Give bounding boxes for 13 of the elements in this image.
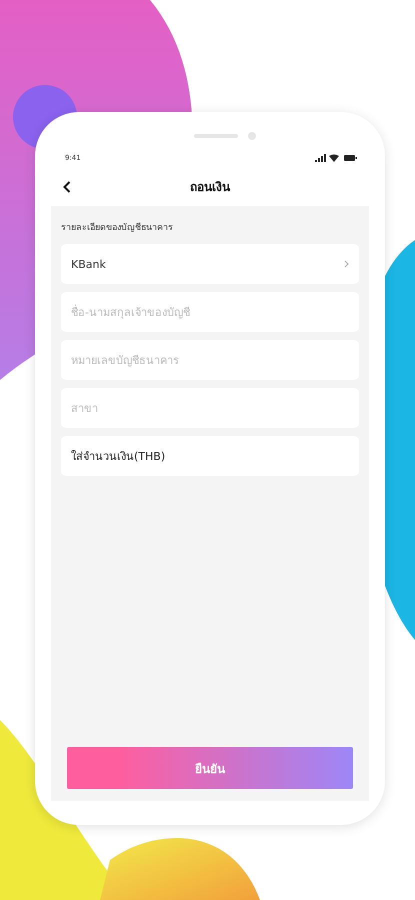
camera-icon	[248, 132, 256, 140]
input-field[interactable]: ชื่อ-นามสกุลเจ้าของบัญชี	[61, 292, 359, 332]
input-field[interactable]: หมายเลขบัญชีธนาคาร	[61, 340, 359, 380]
back-button[interactable]	[61, 179, 73, 195]
input-field[interactable]: สาขา	[61, 388, 359, 428]
screen-title: ถอนเงิน	[190, 178, 230, 196]
input-field[interactable]: ใส่จำนวนเงิน(THB)	[61, 436, 359, 476]
back-icon	[63, 181, 71, 193]
status-icons	[315, 154, 357, 162]
bank-select[interactable]: KBank	[61, 244, 359, 284]
select-value: KBank	[71, 258, 106, 270]
section-title: รายละเอียดของบัญชีธนาคาร	[61, 222, 174, 234]
chevron-right-icon	[344, 260, 349, 268]
